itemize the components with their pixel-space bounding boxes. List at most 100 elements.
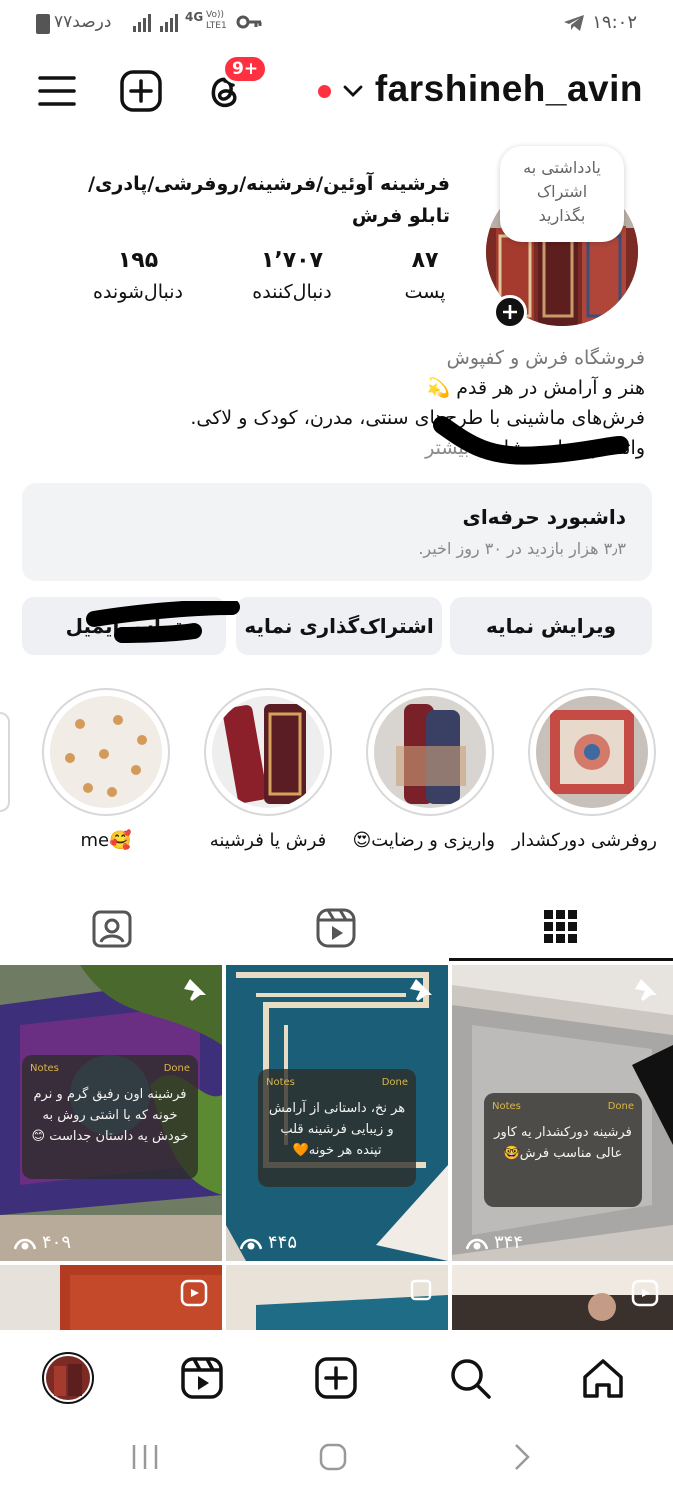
nav-create[interactable] <box>306 1348 366 1408</box>
notes-back-2: Notes <box>266 1077 295 1088</box>
nav-search[interactable] <box>440 1348 500 1408</box>
pin-icon <box>184 979 206 1001</box>
notification-badge: 9+ <box>222 54 269 84</box>
home-button-icon[interactable] <box>318 1442 348 1472</box>
grid-icon <box>544 909 577 943</box>
posts-label: پست <box>404 281 446 303</box>
add-story-button[interactable] <box>493 295 527 329</box>
signal-icon <box>133 14 151 32</box>
highlight-2[interactable]: واریزی و رضایت😍 <box>353 688 495 851</box>
status-bar: ۱۹:۰۲ ۷۷درصد 4G Vo)) LTE1 <box>0 0 673 44</box>
recent-apps-icon[interactable] <box>130 1442 160 1472</box>
tagged-icon <box>92 910 132 948</box>
post-4[interactable] <box>0 1265 222 1330</box>
battery-icon <box>36 14 50 34</box>
rugs-image <box>212 696 324 808</box>
stat-posts[interactable]: ۸۷ پست <box>355 248 495 303</box>
post-1-note-text: فرشینه اون رفیق گرم و نرم خونه که با اشت… <box>31 1087 189 1144</box>
highlight-3-ring <box>204 688 332 816</box>
pin-icon-2 <box>410 979 432 1001</box>
professional-dashboard[interactable]: داشبورد حرفه‌ای ۳٫۳ هزار بازدید در ۳۰ رو… <box>22 483 652 581</box>
dashboard-subtitle: ۳٫۳ هزار بازدید در ۳۰ روز اخیر. <box>418 539 626 558</box>
post-3[interactable]: Notes Done فرشینه دورکشدار یه کاور عالی م… <box>452 965 673 1261</box>
notes-done-3: Done <box>607 1101 634 1112</box>
highlight-1-ring <box>528 688 656 816</box>
post-6[interactable] <box>452 1265 673 1330</box>
username[interactable]: farshineh_avin <box>375 68 643 110</box>
tab-reels[interactable] <box>224 895 448 961</box>
redaction-scribble <box>433 416 629 465</box>
highlight-1[interactable]: روفرشی دورکشدار <box>512 688 657 851</box>
reel-indicator-icon-2 <box>631 1279 659 1307</box>
stat-followers[interactable]: ۱٬۷۰۷ دنبال‌کننده <box>222 248 362 303</box>
create-button[interactable] <box>118 68 164 114</box>
menu-button[interactable] <box>36 70 78 112</box>
highlight-4[interactable]: 🥰me <box>41 688 171 851</box>
key-icon <box>236 15 262 29</box>
post-1[interactable]: Notes Done فرشینه اون رفیق گرم و نرم خونه… <box>0 965 222 1261</box>
highlight-4-label: 🥰me <box>80 830 132 851</box>
profile-thumb-image <box>46 1356 90 1400</box>
share-profile-button[interactable]: اشتراک‌گذاری نمایه <box>236 597 442 655</box>
post-3-note-text: فرشینه دورکشدار یه کاور عالی مناسب فرش🤓 <box>494 1125 632 1161</box>
chevron-down-icon[interactable] <box>343 84 363 98</box>
category-label: فروشگاه فرش و کفپوش <box>446 347 645 369</box>
post-3-views: ۳۴۴ <box>466 1232 523 1253</box>
post-1-note: Notes Done فرشینه اون رفیق گرم و نرم خونه… <box>22 1055 198 1179</box>
highlight-1-cover <box>536 696 648 808</box>
nav-profile[interactable] <box>38 1348 98 1408</box>
post-1-view-count: ۴۰۹ <box>42 1232 72 1253</box>
note-bubble[interactable]: یادداشتی به اشتراک بگذارید <box>500 146 624 242</box>
post-2-note: Notes Done هر نخ، داستانی از آرامش و زیبا… <box>258 1069 416 1187</box>
nav-reels[interactable] <box>172 1348 232 1408</box>
stat-following[interactable]: ۱۹۵ دنبال‌شونده <box>68 248 208 303</box>
network-type: 4G <box>185 10 204 24</box>
post-1-views: ۴۰۹ <box>14 1232 71 1253</box>
reel-indicator-icon <box>180 1279 208 1307</box>
account-status-dot <box>318 85 331 98</box>
following-count: ۱۹۵ <box>117 248 159 273</box>
post-2[interactable]: Notes Done هر نخ، داستانی از آرامش و زیبا… <box>226 965 448 1261</box>
highlight-2-cover <box>374 696 486 808</box>
highlight-2-ring <box>366 688 494 816</box>
highlight-1-label: روفرشی دورکشدار <box>512 830 657 851</box>
rolled-rugs-image <box>374 696 486 808</box>
followers-label: دنبال‌کننده <box>252 281 332 303</box>
tab-tagged[interactable] <box>0 895 224 961</box>
reels-nav-icon <box>181 1357 223 1399</box>
edit-profile-button[interactable]: ویرایش نمایه <box>450 597 652 655</box>
tab-grid[interactable] <box>449 895 673 961</box>
back-icon[interactable] <box>510 1442 534 1472</box>
post-2-view-count: ۴۴۵ <box>268 1232 298 1253</box>
profile-header: 9+ farshineh_avin <box>0 54 673 124</box>
view-icon <box>14 1238 36 1249</box>
highlight-3[interactable]: فرش یا فرشینه <box>203 688 333 851</box>
notes-done: Done <box>163 1063 190 1074</box>
plus-icon <box>503 305 517 319</box>
hamburger-icon <box>38 76 76 106</box>
volte-indicator: Vo)) LTE1 <box>206 10 227 31</box>
post-5[interactable] <box>226 1265 448 1330</box>
plus-square-icon <box>120 70 162 112</box>
followers-count: ۱٬۷۰۷ <box>260 248 324 273</box>
carpet-cover-image <box>536 696 648 808</box>
pin-icon-3 <box>635 979 657 1001</box>
contact-button[interactable]: تماس ایمیل <box>22 597 240 655</box>
post-3-note: Notes Done فرشینه دورکشدار یه کاور عالی م… <box>484 1093 642 1207</box>
note-bubble-text: یادداشتی به اشتراک بگذارید <box>523 158 601 225</box>
redaction-scribble-2 <box>86 601 240 643</box>
notes-done-2: Done <box>381 1077 408 1088</box>
highlight-partial[interactable] <box>0 712 10 812</box>
clock: ۱۹:۰۲ <box>592 12 637 33</box>
view-icon-2 <box>240 1238 262 1249</box>
view-icon-3 <box>466 1238 488 1249</box>
home-icon <box>583 1359 623 1398</box>
bottom-navigation <box>0 1330 673 1420</box>
profile-nav-avatar <box>42 1352 94 1404</box>
profile-full-name: فرشینه آوئین/فرشینه/روفرشی/پادری/تابلو ف… <box>88 173 450 227</box>
search-icon <box>451 1359 491 1399</box>
reels-icon <box>316 908 356 948</box>
create-icon <box>315 1357 357 1399</box>
nav-home[interactable] <box>573 1348 633 1408</box>
post-3-view-count: ۳۴۴ <box>494 1232 524 1253</box>
